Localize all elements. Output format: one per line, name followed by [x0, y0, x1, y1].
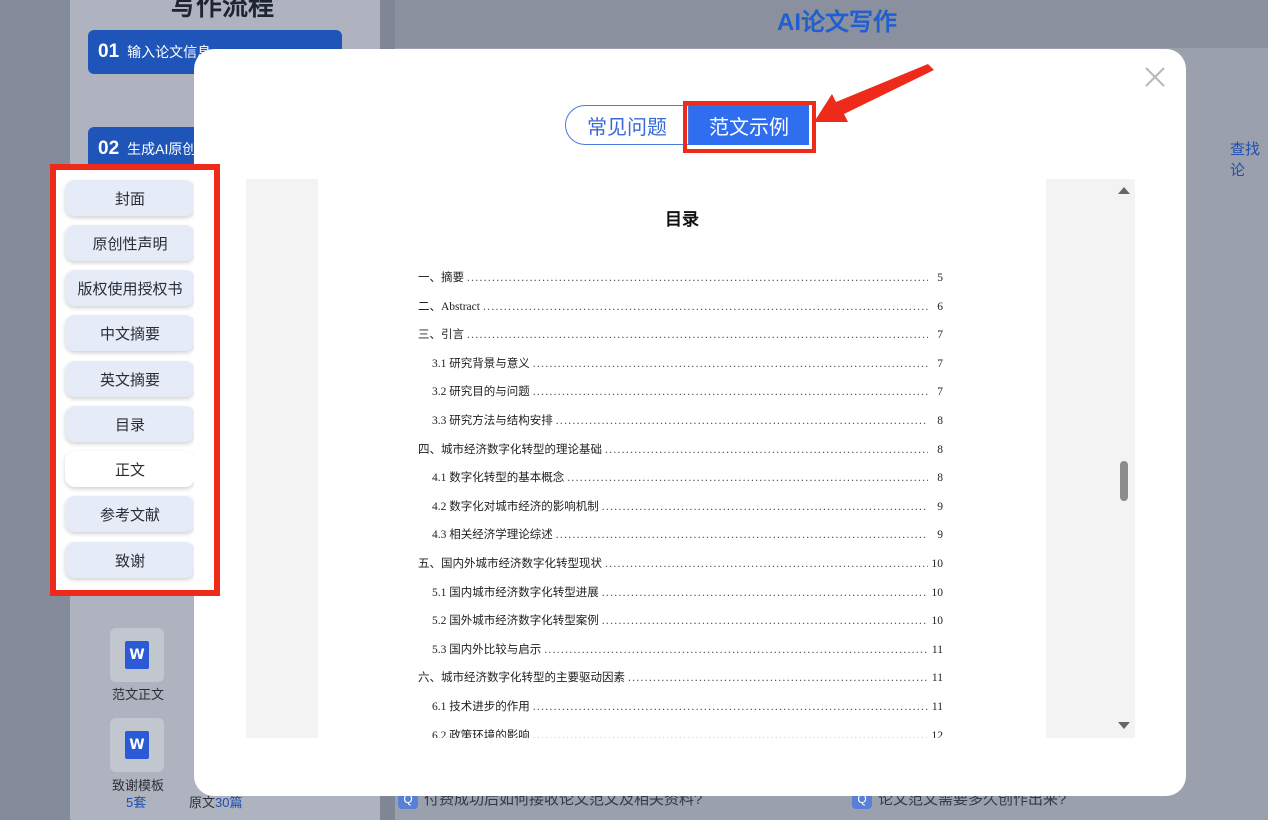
toc-entry-page: 11 — [931, 643, 943, 656]
toc-entry: 一、摘要 5 — [418, 269, 943, 285]
section-item[interactable]: 中文摘要 — [65, 315, 195, 351]
document-page: 目录 一、摘要5二、Abstract6三、引言73.1 研究背景与意义73.2 … — [318, 179, 1046, 738]
toc-entry-title: 5.2 国外城市经济数字化转型案例 — [432, 615, 599, 628]
find-link: 查找论 — [1230, 141, 1261, 179]
toc-entry-title: 4.2 数字化对城市经济的影响机制 — [432, 500, 599, 513]
section-item[interactable]: 英文摘要 — [65, 361, 195, 397]
section-item[interactable]: 参考文献 — [65, 496, 195, 532]
scrollbar[interactable] — [1114, 179, 1135, 738]
word-file-icon: W — [110, 718, 164, 772]
toc-leader-dots — [567, 472, 928, 484]
toc-entry-title: 一、摘要 — [418, 272, 464, 284]
toc-entry: 四、城市经济数字化转型的理论基础 8 — [418, 441, 943, 457]
toc-entry: 6.2 政策环境的影响 12 — [432, 727, 943, 738]
toc-entry-page: 7 — [937, 329, 943, 342]
toc-entry-page: 8 — [937, 415, 943, 427]
toc-leader-dots — [467, 329, 928, 341]
scroll-down-icon[interactable] — [1118, 722, 1130, 729]
toc-entry-title: 4.3 相关经济学理论综述 — [432, 529, 553, 542]
toc-leader-dots — [544, 644, 928, 656]
toc-entry-page: 10 — [931, 558, 944, 570]
toc-entry-page: 8 — [937, 443, 943, 456]
section-item[interactable]: 正文 — [65, 451, 195, 487]
toc-entry-title: 6.2 政策环境的影响 — [432, 729, 530, 738]
section-item[interactable]: 封面 — [65, 180, 195, 216]
toc-entry-title: 四、城市经济数字化转型的理论基础 — [418, 443, 602, 456]
toc-leader-dots — [602, 615, 928, 627]
toc-leader-dots — [533, 701, 928, 713]
toc-entry: 5.3 国内外比较与启示 11 — [432, 641, 943, 657]
toc-entry-page: 10 — [931, 615, 944, 628]
toc-entry: 六、城市经济数字化转型的主要驱动因素 11 — [418, 669, 943, 685]
section-item[interactable]: 致谢 — [65, 542, 195, 578]
workflow-title: 写作流程 — [170, 0, 275, 21]
file-count: 5套 — [126, 795, 147, 810]
toc-leader-dots — [467, 272, 928, 284]
toc-leader-dots — [602, 501, 928, 513]
toc-entry-page: 11 — [931, 672, 943, 685]
toc-entry-page: 12 — [931, 729, 944, 738]
toc-entry-page: 11 — [931, 701, 943, 713]
toc-leader-dots — [605, 444, 928, 456]
section-item[interactable]: 目录 — [65, 406, 195, 442]
tab-sample[interactable]: 范文示例 — [689, 105, 809, 145]
document-viewer[interactable]: 目录 一、摘要5二、Abstract6三、引言73.1 研究背景与意义73.2 … — [246, 179, 1135, 738]
section-item[interactable]: 原创性声明 — [65, 225, 195, 261]
toc-leader-dots — [605, 558, 928, 570]
toc-entry-title: 五、国内外城市经济数字化转型现状 — [418, 558, 602, 570]
toc-entry-page: 5 — [937, 272, 943, 284]
toc-leader-dots — [533, 730, 928, 738]
toc-entry-title: 4.1 数字化转型的基本概念 — [432, 472, 565, 485]
toc-entry-page: 7 — [937, 357, 943, 370]
toc-entry: 3.2 研究目的与问题 7 — [432, 383, 943, 399]
toc-entry-page: 7 — [937, 386, 943, 399]
toc-entry: 5.2 国外城市经济数字化转型案例 10 — [432, 612, 943, 628]
scroll-thumb[interactable] — [1120, 461, 1128, 501]
toc-entry: 4.1 数字化转型的基本概念 8 — [432, 469, 943, 485]
file-label: 范文正文 — [112, 687, 165, 702]
toc-entry: 五、国内外城市经济数字化转型现状 10 — [418, 555, 943, 571]
section-item[interactable]: 版权使用授权书 — [65, 270, 195, 306]
word-file-icon: W — [110, 628, 164, 682]
toc-entry-page: 9 — [937, 500, 943, 513]
toc-entry: 二、Abstract 6 — [418, 298, 943, 314]
toc-entry-title: 3.2 研究目的与问题 — [432, 386, 530, 399]
toc-entry-page: 6 — [937, 300, 943, 313]
page-title: AI论文写作 — [777, 9, 897, 36]
toc-entry: 三、引言 7 — [418, 326, 943, 342]
toc-entry: 3.3 研究方法与结构安排 8 — [432, 412, 943, 428]
toc-entry-page: 10 — [931, 586, 944, 599]
toc-entry-title: 三、引言 — [418, 329, 464, 342]
tab-bar: 常见问题 范文示例 — [565, 105, 809, 145]
toc-entry: 5.1 国内城市经济数字化转型进展 10 — [432, 584, 943, 600]
toc-entry-page: 8 — [937, 472, 943, 485]
scroll-up-icon[interactable] — [1118, 187, 1130, 194]
toc-entry-title: 5.1 国内城市经济数字化转型进展 — [432, 586, 599, 599]
toc-entry: 3.1 研究背景与意义 7 — [432, 355, 943, 371]
toc-leader-dots — [483, 301, 928, 313]
toc-entry-page: 9 — [937, 529, 943, 542]
toc-leader-dots — [533, 386, 928, 398]
toc-leader-dots — [556, 529, 928, 541]
toc-entry-title: 二、Abstract — [418, 300, 480, 313]
toc-entry-title: 3.3 研究方法与结构安排 — [432, 415, 553, 427]
toc-leader-dots — [556, 415, 928, 427]
toc-leader-dots — [533, 358, 928, 370]
toc-leader-dots — [628, 672, 928, 684]
document-title: 目录 — [665, 210, 699, 229]
tab-faq[interactable]: 常见问题 — [565, 105, 689, 145]
toc-entry-title: 6.1 技术进步的作用 — [432, 701, 530, 713]
toc-entry-title: 3.1 研究背景与意义 — [432, 357, 530, 370]
toc-entry-title: 5.3 国内外比较与启示 — [432, 643, 542, 656]
toc-entry: 4.2 数字化对城市经济的影响机制 9 — [432, 498, 943, 514]
toc-entry: 4.3 相关经济学理论综述 9 — [432, 526, 943, 542]
toc-entry-title: 六、城市经济数字化转型的主要驱动因素 — [418, 672, 625, 685]
toc-entry: 6.1 技术进步的作用 11 — [432, 698, 943, 714]
close-icon[interactable] — [1142, 64, 1168, 90]
toc-leader-dots — [602, 587, 928, 599]
